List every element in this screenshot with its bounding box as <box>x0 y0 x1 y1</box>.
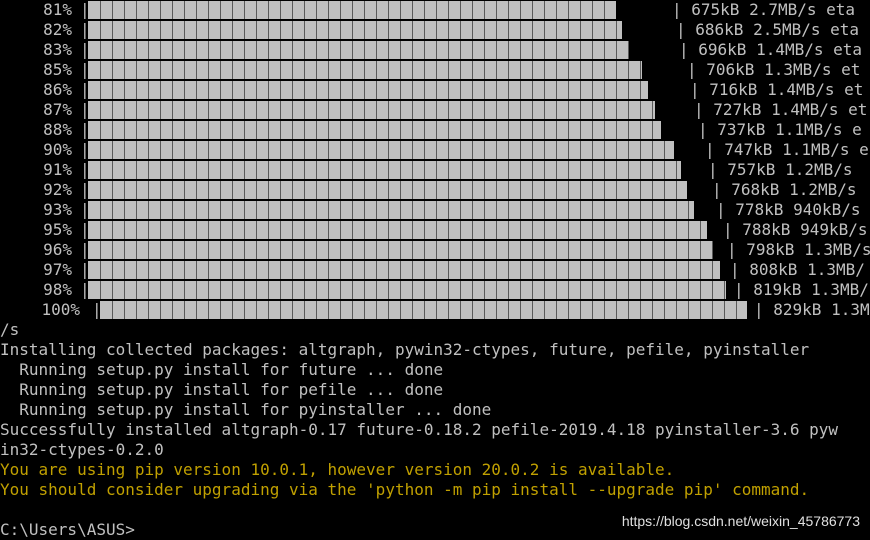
progress-percent: 92% <box>43 180 72 199</box>
progress-row: 95% | | 788kB 949kB/s <box>0 220 870 240</box>
progress-row: 93% | | 778kB 940kB/s <box>0 200 870 220</box>
progress-bar-fill <box>88 121 661 139</box>
warning-line: You are using pip version 10.0.1, howeve… <box>0 460 675 479</box>
progress-rate-text: | 757kB 1.2MB/s <box>708 160 853 179</box>
progress-row: 97% | | 808kB 1.3MB/ <box>0 260 870 280</box>
progress-row: 92% | | 768kB 1.2MB/s <box>0 180 870 200</box>
progress-bar-fill <box>88 101 655 119</box>
progress-percent: 85% <box>43 60 72 79</box>
output-line: Successfully installed altgraph-0.17 fut… <box>0 420 839 439</box>
progress-rate-text: | 675kB 2.7MB/s eta <box>672 0 856 19</box>
progress-rate-text: | 686kB 2.5MB/s eta <box>676 20 860 39</box>
progress-bar-fill <box>88 201 694 219</box>
console-window[interactable]: 81% | | 675kB 2.7MB/s eta 82% | | 686kB 2.5MB… <box>0 0 870 540</box>
watermark-text: https://blog.csdn.net/weixin_45786773 <box>621 513 860 529</box>
command-prompt[interactable]: C:\Users\ASUS> <box>0 520 135 540</box>
progress-bar-fill <box>88 81 648 99</box>
output-line: Installing collected packages: altgraph,… <box>0 340 810 359</box>
progress-percent: 83% <box>43 40 72 59</box>
progress-bar-fill <box>88 281 726 299</box>
progress-percent: 88% <box>43 120 72 139</box>
progress-bar-fill <box>88 241 713 259</box>
progress-bar-fill <box>100 301 747 319</box>
progress-percent: 91% <box>43 160 72 179</box>
progress-percent: 93% <box>43 200 72 219</box>
progress-rate-text: | 788kB 949kB/s <box>723 220 868 239</box>
progress-percent: 82% <box>43 20 72 39</box>
progress-row: 81% | | 675kB 2.7MB/s eta <box>0 0 870 20</box>
progress-percent: 87% <box>43 100 72 119</box>
progress-rate-text: | 768kB 1.2MB/s <box>712 180 857 199</box>
progress-percent: 86% <box>43 80 72 99</box>
progress-row: 98% | | 819kB 1.3MB/ <box>0 280 870 300</box>
progress-percent: 95% <box>43 220 72 239</box>
progress-percent: 100% <box>41 300 80 319</box>
output-line: in32-ctypes-0.2.0 <box>0 440 164 459</box>
progress-rate-text: | 706kB 1.3MB/s et <box>687 60 861 79</box>
progress-bar-fill <box>88 141 674 159</box>
progress-bar-fill <box>88 261 720 279</box>
progress-rate-text: | 737kB 1.1MB/s e <box>698 120 862 139</box>
progress-percent: 98% <box>43 280 72 299</box>
output-line: Running setup.py install for pefile ... … <box>0 380 444 399</box>
progress-row: 90% | | 747kB 1.1MB/s e <box>0 140 870 160</box>
output-line: /s <box>0 320 20 339</box>
progress-bar-fill <box>88 161 681 179</box>
progress-row: 85% | | 706kB 1.3MB/s et <box>0 60 870 80</box>
progress-row: 87% | | 727kB 1.4MB/s et <box>0 100 870 120</box>
progress-rate-text: | 696kB 1.4MB/s eta <box>679 40 863 59</box>
progress-row: 96% | | 798kB 1.3MB/s <box>0 240 870 260</box>
progress-bar-fill <box>88 41 629 59</box>
progress-rate-text: | 747kB 1.1MB/s e <box>705 140 869 159</box>
progress-bar-fill <box>88 61 642 79</box>
progress-rate-text: | 798kB 1.3MB/s <box>727 240 870 259</box>
progress-rate-text: | 716kB 1.4MB/s et <box>690 80 864 99</box>
progress-rate-text: | 808kB 1.3MB/ <box>730 260 865 279</box>
output-line: Running setup.py install for future ... … <box>0 360 444 379</box>
progress-rate-text: | 829kB 1.3MB <box>754 300 870 319</box>
progress-row: 100% | | 829kB 1.3MB <box>0 300 870 320</box>
progress-percent: 90% <box>43 140 72 159</box>
progress-bar-fill <box>88 181 687 199</box>
progress-row: 86% | | 716kB 1.4MB/s et <box>0 80 870 100</box>
progress-rate-text: | 819kB 1.3MB/ <box>734 280 869 299</box>
progress-rate-text: | 778kB 940kB/s <box>716 200 861 219</box>
progress-row: 88% | | 737kB 1.1MB/s e <box>0 120 870 140</box>
progress-rate-text: | 727kB 1.4MB/s et <box>694 100 868 119</box>
progress-row: 82% | | 686kB 2.5MB/s eta <box>0 20 870 40</box>
progress-bar-fill <box>88 21 622 39</box>
output-line: Running setup.py install for pyinstaller… <box>0 400 492 419</box>
warning-line: You should consider upgrading via the 'p… <box>0 480 810 499</box>
progress-percent: 81% <box>43 0 72 19</box>
progress-row: 83% | | 696kB 1.4MB/s eta <box>0 40 870 60</box>
progress-percent: 96% <box>43 240 72 259</box>
progress-bar-fill <box>88 221 707 239</box>
progress-bar-fill <box>88 1 616 19</box>
progress-row: 91% | | 757kB 1.2MB/s <box>0 160 870 180</box>
progress-percent: 97% <box>43 260 72 279</box>
